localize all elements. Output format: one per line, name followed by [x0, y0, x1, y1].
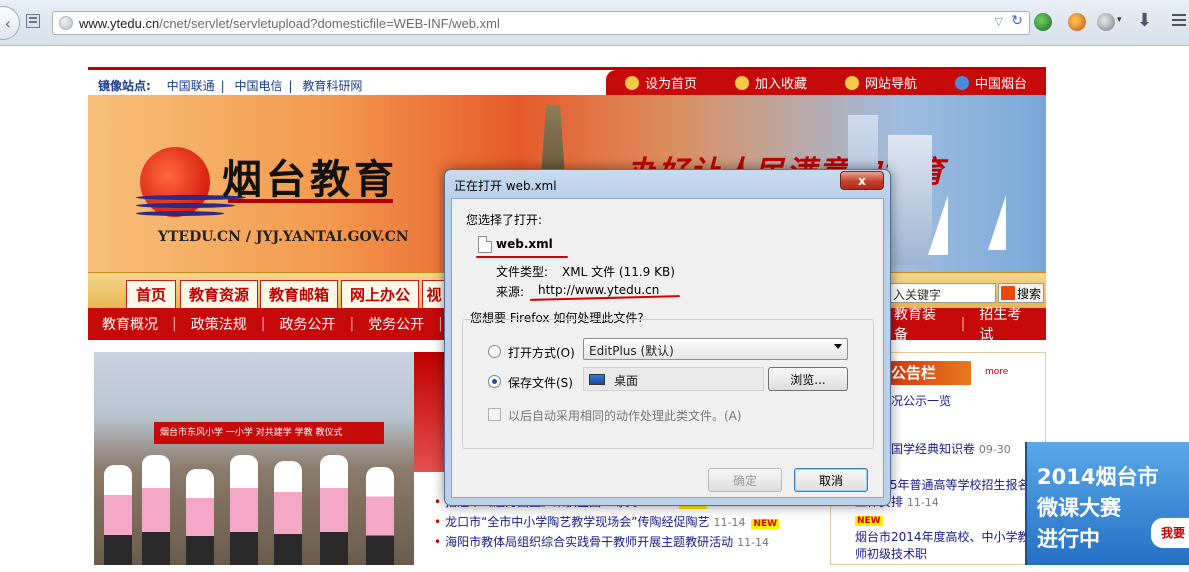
back-button[interactable]: ‹ — [0, 6, 20, 40]
photo-figure — [320, 455, 348, 565]
search-input[interactable]: 入关键字 — [888, 283, 996, 303]
browser-toolbar: ‹ www.ytedu.cn/cnet/servlet/servletuploa… — [0, 0, 1189, 46]
banner-underline — [228, 199, 393, 203]
banner-sailboat — [928, 195, 948, 255]
subnav-party-affairs[interactable]: 党务公开 — [354, 314, 438, 334]
globe-icon — [954, 75, 969, 90]
open-with-label[interactable]: 打开方式(O) — [508, 344, 575, 361]
mirror-label: 镜像站点: — [98, 79, 151, 93]
banner-building — [888, 135, 932, 265]
home-icon — [624, 75, 639, 90]
xml-file-icon — [478, 236, 492, 253]
search-button[interactable]: 搜索 — [998, 283, 1044, 303]
photo-figure — [366, 467, 394, 565]
favorite-icon — [734, 75, 749, 90]
tab-home[interactable]: 首页 — [126, 280, 176, 308]
banner-subtitle: YTEDU.CN / JYJ.YANTAI.GOV.CN — [158, 229, 409, 245]
extension-gray-icon[interactable] — [1097, 13, 1115, 31]
url-text[interactable]: www.ytedu.cn/cnet/servlet/servletupload?… — [79, 16, 500, 31]
save-location-field: 桌面 — [583, 367, 764, 391]
add-favorite-link[interactable]: 加入收藏 — [734, 73, 807, 92]
open-file-dialog: 正在打开 web.xml x 您选择了打开: web.xml 文件类型: XML… — [444, 169, 891, 506]
file-name: web.xml — [496, 237, 553, 251]
save-file-radio[interactable] — [488, 375, 501, 388]
site-identity-icon[interactable] — [59, 16, 73, 30]
tab-edu-mail[interactable]: 教育邮箱 — [260, 280, 338, 308]
news-item[interactable]: • 海阳市教体局组织综合实践骨干教师开展主题教研活动 11-14 — [434, 532, 814, 552]
tab-groups-icon[interactable] — [26, 14, 40, 28]
open-with-radio[interactable] — [488, 345, 501, 358]
navigation-icon — [844, 75, 859, 90]
subnav-policies[interactable]: 政策法规 — [177, 314, 261, 334]
menu-icon[interactable] — [1172, 13, 1186, 27]
chevron-down-icon[interactable]: ▾ — [1117, 15, 1122, 25]
mirror-link-edunet[interactable]: 教育科研网 — [302, 79, 362, 93]
annotation-underline — [476, 256, 568, 258]
auto-action-checkbox[interactable] — [488, 408, 501, 421]
micro-course-ad[interactable]: 2014烟台市 微课大赛 进行中 我要 — [1025, 442, 1189, 565]
url-bar[interactable]: www.ytedu.cn/cnet/servlet/servletupload?… — [52, 11, 1030, 35]
tab-online-office[interactable]: 网上办公 — [341, 280, 419, 308]
top-links: 设为首页 加入收藏 网站导航 中国烟台 — [606, 70, 1046, 95]
subnav-right: 教育装备 | 招生考试 — [880, 307, 1046, 343]
photo-figure — [186, 469, 214, 565]
source-label: 来源: — [496, 285, 525, 299]
file-type-label: 文件类型: — [496, 265, 549, 279]
reload-icon[interactable]: ↻ — [1011, 13, 1023, 29]
source-value: http://www.ytedu.cn — [538, 283, 660, 297]
chevron-down-icon — [834, 344, 842, 349]
tab-video[interactable]: 视 — [422, 280, 446, 308]
mirror-link-unicom[interactable]: 中国联通 — [167, 79, 215, 93]
save-file-label[interactable]: 保存文件(S) — [508, 374, 573, 391]
url-history-dropdown-icon[interactable]: ▽ — [995, 15, 1003, 28]
photo-figure — [104, 465, 132, 565]
mirror-link-telecom[interactable]: 中国电信 — [235, 79, 283, 93]
notice-more-link[interactable]: more — [985, 367, 1008, 377]
subnav-equipment[interactable]: 教育装备 — [880, 304, 961, 344]
extension-orange-icon[interactable] — [1068, 13, 1086, 31]
subnav-gov-affairs[interactable]: 政务公开 — [265, 314, 349, 334]
ad-line: 2014烟台市 — [1037, 465, 1159, 489]
subnav-edu-overview[interactable]: 教育概况 — [88, 314, 172, 334]
download-icon[interactable]: ⬇ — [1137, 10, 1152, 31]
photo-banner-text: 烟台市东风小学 一小学 对共建学 学教 教仪式 — [154, 422, 384, 444]
headline-decoration — [414, 352, 444, 472]
dialog-body: 您选择了打开: web.xml 文件类型: XML 文件 (11.9 KB) 来… — [451, 198, 884, 498]
open-with-select[interactable]: EditPlus (默认) — [583, 338, 848, 360]
desktop-icon — [589, 374, 605, 385]
china-yantai-link[interactable]: 中国烟台 — [954, 73, 1027, 92]
ok-button[interactable]: 确定 — [708, 468, 782, 492]
search-icon — [1001, 286, 1015, 300]
tab-edu-resources[interactable]: 教育资源 — [180, 280, 258, 308]
site-navigation-link[interactable]: 网站导航 — [844, 73, 917, 92]
browse-button[interactable]: 浏览... — [768, 367, 848, 391]
notice-item[interactable]: 烟台市2014年度高校、中小学教师初级技术职 — [855, 529, 1041, 563]
ad-join-button[interactable]: 我要 — [1151, 518, 1189, 548]
mirror-sites: 镜像站点: 中国联通 | 中国电信 | 教育科研网 — [98, 79, 363, 93]
photo-figure — [142, 455, 170, 565]
file-type-value: XML 文件 (11.9 KB) — [562, 265, 675, 279]
photo-figure — [274, 461, 302, 565]
dialog-title: 正在打开 web.xml — [454, 179, 557, 193]
site-top-bar: 镜像站点: 中国联通 | 中国电信 | 教育科研网 设为首页 加入收藏 网站导航 中… — [88, 67, 1046, 95]
you-chose-label: 您选择了打开: — [466, 213, 543, 227]
extension-green-icon[interactable] — [1034, 13, 1052, 31]
news-item[interactable]: • 龙口市“全市中小学陶艺教学现场会”传陶经促陶艺 11-14 NEW — [434, 512, 814, 532]
close-icon: x — [858, 173, 866, 188]
cancel-button[interactable]: 取消 — [794, 468, 868, 492]
close-button[interactable]: x — [840, 171, 884, 190]
news-photo[interactable]: 烟台市东风小学 一小学 对共建学 学教 教仪式 — [94, 352, 414, 565]
auto-action-label[interactable]: 以后自动采用相同的动作处理此类文件。(A) — [508, 407, 742, 424]
set-homepage-link[interactable]: 设为首页 — [624, 73, 697, 92]
banner-title: 烟台教育 — [222, 156, 398, 203]
photo-figure — [230, 455, 258, 565]
subnav-admissions[interactable]: 招生考试 — [965, 304, 1046, 344]
banner-sailboat — [988, 195, 1006, 250]
